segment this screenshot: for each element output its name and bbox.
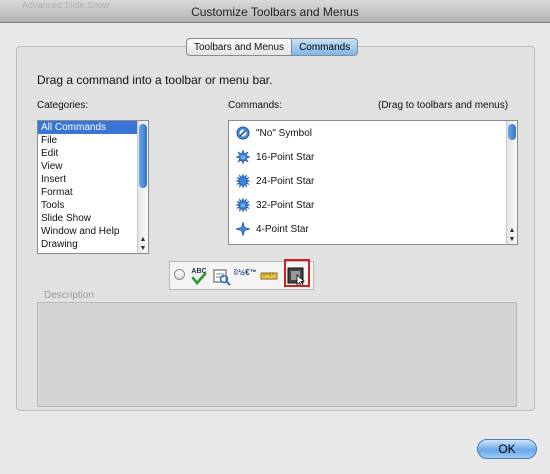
category-item-format[interactable]: Format: [38, 186, 148, 199]
strip-radio-button[interactable]: [174, 269, 185, 280]
symbols-icon[interactable]: ©½€™: [234, 265, 256, 287]
command-item-16-point-star[interactable]: 16 16-Point Star: [229, 145, 517, 169]
scroll-up-arrow-icon[interactable]: ▲: [507, 226, 517, 235]
categories-scrollbar[interactable]: ▲ ▼: [137, 121, 148, 253]
categories-scroll-thumb[interactable]: [139, 124, 147, 188]
scroll-up-arrow-icon[interactable]: ▲: [138, 235, 148, 244]
commands-scroll-thumb[interactable]: [508, 124, 516, 140]
command-item-24-point-star[interactable]: 24-Point Star: [229, 169, 517, 193]
ruler-icon[interactable]: [258, 265, 280, 287]
star-24-icon: [236, 174, 250, 188]
category-item-drawing[interactable]: Drawing: [38, 238, 148, 251]
research-icon[interactable]: [211, 265, 233, 287]
star-16-icon: 16: [236, 150, 250, 164]
category-item-tools[interactable]: Tools: [38, 199, 148, 212]
star-32-icon: 32: [236, 198, 250, 212]
description-label: Description: [44, 290, 95, 301]
commands-hint: (Drag to toolbars and menus): [378, 100, 509, 111]
star-4-icon: [236, 222, 250, 236]
commands-list[interactable]: "No" Symbol 16 16-Point Star 24-Point St…: [228, 120, 518, 245]
category-item-window-and-help[interactable]: Window and Help: [38, 225, 148, 238]
category-item-edit[interactable]: Edit: [38, 147, 148, 160]
category-item-all-commands[interactable]: All Commands: [38, 121, 148, 134]
spelling-icon[interactable]: ABC: [188, 265, 210, 287]
svg-text:32: 32: [241, 203, 246, 208]
command-label: 16-Point Star: [256, 151, 315, 163]
ok-button[interactable]: OK: [477, 439, 537, 459]
category-item-file[interactable]: File: [38, 134, 148, 147]
command-label: "No" Symbol: [256, 127, 313, 139]
command-label: 24-Point Star: [256, 175, 315, 187]
commands-scrollbar[interactable]: ▲ ▼: [506, 121, 517, 244]
command-item-no-symbol[interactable]: "No" Symbol: [229, 121, 517, 145]
command-item-32-point-star[interactable]: 32 32-Point Star: [229, 193, 517, 217]
command-item-4-point-star[interactable]: 4-Point Star: [229, 217, 517, 241]
category-item-insert[interactable]: Insert: [38, 173, 148, 186]
category-item-view[interactable]: View: [38, 160, 148, 173]
highlight-frame: [284, 259, 310, 287]
tab-bar: Toolbars and Menus Commands: [186, 38, 359, 56]
scroll-down-arrow-icon[interactable]: ▼: [138, 244, 148, 253]
category-item-slide-show[interactable]: Slide Show: [38, 212, 148, 225]
svg-text:16: 16: [241, 155, 246, 160]
instruction-text: Drag a command into a toolbar or menu ba…: [37, 73, 273, 87]
title-bar: Advanced Slide Show Customize Toolbars a…: [0, 0, 550, 23]
command-label: 4-Point Star: [256, 223, 309, 235]
command-label: 32-Point Star: [256, 199, 315, 211]
no-symbol-icon: [236, 126, 250, 140]
tab-toolbars-and-menus[interactable]: Toolbars and Menus: [187, 39, 291, 55]
tab-commands[interactable]: Commands: [291, 39, 358, 55]
categories-list[interactable]: All Commands File Edit View Insert Forma…: [37, 120, 149, 254]
categories-label: Categories:: [37, 100, 89, 111]
window-title: Customize Toolbars and Menus: [191, 5, 359, 19]
scroll-down-arrow-icon[interactable]: ▼: [507, 235, 517, 244]
description-box: [37, 302, 517, 407]
symbols-icon-text: ©½€™: [234, 268, 256, 277]
commands-label: Commands:: [228, 100, 282, 111]
